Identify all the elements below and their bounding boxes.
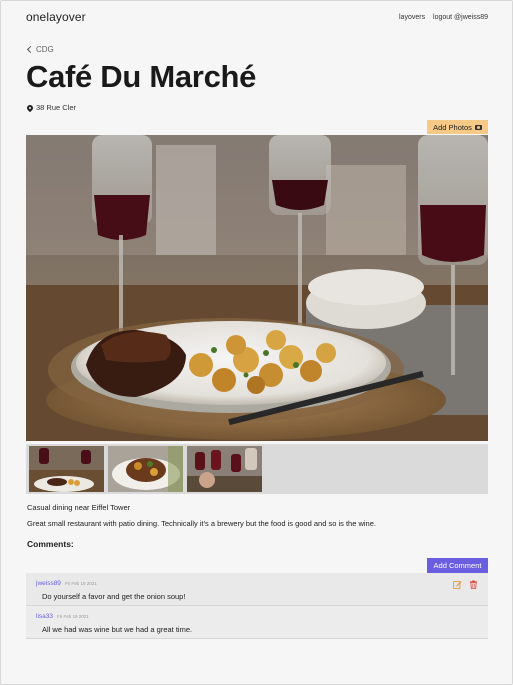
comment-text: All we had was wine but we had a great t… — [42, 625, 193, 634]
comments-heading: Comments: — [27, 539, 74, 549]
thumbnail-1-image — [29, 446, 104, 492]
long-description: Great small restaurant with patio dining… — [27, 519, 376, 528]
comment-author[interactable]: lisa33 — [36, 613, 53, 620]
thumbnail-1[interactable] — [29, 446, 104, 492]
thumbnail-3-image — [187, 446, 262, 492]
comment-item: jweiss89 Fri Feb 19 2021 Do yourself a fa… — [26, 573, 488, 606]
address-text: 38 Rue Cler — [36, 103, 77, 112]
thumbnail-3[interactable] — [187, 446, 262, 492]
add-comment-button[interactable]: Add Comment — [427, 558, 488, 573]
edit-icon[interactable] — [453, 580, 462, 589]
add-photos-button[interactable]: Add Photos — [427, 120, 488, 134]
comment-author[interactable]: jweiss89 — [36, 580, 61, 587]
trash-icon[interactable] — [469, 580, 478, 589]
nav-links: layovers logout @jweiss89 — [393, 14, 488, 21]
camera-icon — [474, 124, 482, 130]
address: 38 Rue Cler — [25, 103, 77, 112]
comment-author-line: jweiss89 Fri Feb 19 2021 — [36, 580, 97, 587]
comment-item: lisa33 Fri Feb 19 2021 All we had was win… — [26, 606, 488, 639]
nav-layovers-link[interactable]: layovers — [399, 14, 425, 21]
add-photos-label: Add Photos — [433, 122, 472, 132]
comment-list: jweiss89 Fri Feb 19 2021 Do yourself a fa… — [26, 573, 488, 639]
brand-logo[interactable]: onelayover — [26, 10, 86, 24]
photo-thumbnails — [26, 444, 488, 494]
short-description: Casual dining near Eiffel Tower — [27, 503, 131, 512]
page-title: Café Du Marché — [26, 59, 257, 94]
comment-author-line: lisa33 Fri Feb 19 2021 — [36, 613, 89, 620]
top-nav: onelayover layovers logout @jweiss89 — [26, 10, 488, 28]
nav-logout-link[interactable]: logout @jweiss89 — [433, 14, 488, 21]
chevron-left-icon — [26, 45, 35, 54]
comment-text: Do yourself a favor and get the onion so… — [42, 592, 186, 601]
back-link[interactable]: CDG — [26, 45, 54, 54]
comment-date: Fri Feb 19 2021 — [64, 581, 97, 586]
map-marker-icon — [25, 103, 35, 112]
back-link-label: CDG — [36, 45, 54, 54]
thumbnail-2[interactable] — [108, 446, 183, 492]
comment-actions — [453, 580, 478, 589]
thumbnail-2-image — [108, 446, 183, 492]
main-photo[interactable] — [26, 135, 488, 441]
main-photo-image — [26, 135, 488, 441]
comment-date: Fri Feb 19 2021 — [56, 614, 89, 619]
